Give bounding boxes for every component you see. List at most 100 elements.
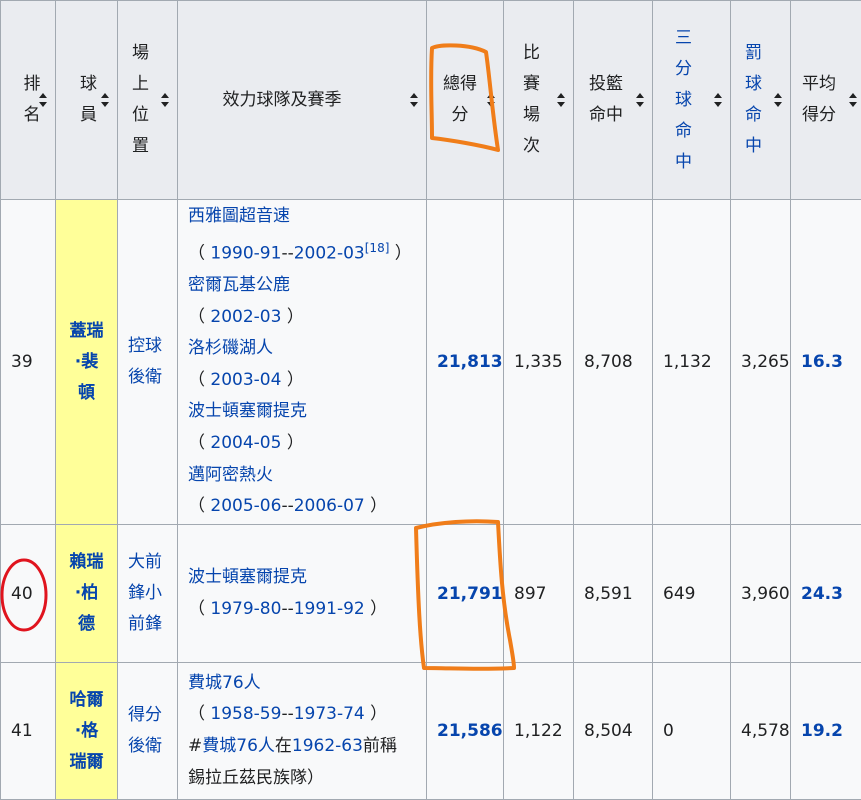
- season-link[interactable]: 2004-05: [210, 433, 281, 453]
- season-link[interactable]: 1958-59: [210, 704, 281, 724]
- fg-cell: 8,504: [573, 662, 653, 800]
- note-text: 在: [274, 736, 292, 756]
- team-link[interactable]: 西雅圖超音速: [188, 201, 426, 233]
- col-fg[interactable]: 投籃命中: [573, 0, 653, 200]
- season-range: （ 2004-05 ）: [188, 433, 304, 454]
- col-teams-label: 效力球隊及賽季: [222, 89, 342, 110]
- team-link[interactable]: 波士頓塞爾提克: [188, 396, 426, 428]
- sort-icon[interactable]: [39, 93, 47, 107]
- sort-icon[interactable]: [636, 93, 644, 107]
- three-cell: 0: [652, 662, 731, 800]
- sort-icon[interactable]: [774, 93, 782, 107]
- season-link[interactable]: 1962-63: [292, 736, 363, 756]
- three-cell: 649: [652, 524, 731, 663]
- col-rank[interactable]: 排名: [0, 0, 56, 200]
- player-cell: 蓋瑞·裴頓: [55, 199, 118, 525]
- position-link[interactable]: 得分後衛: [128, 700, 168, 762]
- col-three-label: 三分球命中: [675, 27, 692, 172]
- season-link[interactable]: 1979-80: [210, 599, 281, 619]
- season-sep: --: [281, 598, 294, 619]
- season-range: （ 1979-80--1991-92 ）: [188, 598, 388, 619]
- season-link[interactable]: 2002-03: [294, 243, 365, 263]
- ppg-cell: 24.3: [790, 524, 861, 663]
- rank-cell: 40: [0, 524, 56, 663]
- col-position[interactable]: 場上位置: [117, 0, 178, 200]
- season-link[interactable]: 2003-04: [210, 370, 281, 390]
- sort-icon[interactable]: [714, 93, 722, 107]
- col-ft[interactable]: 罰球命中: [730, 0, 791, 200]
- season-range: （ 1958-59--1973-74 ）: [188, 704, 388, 725]
- col-position-label: 場上位置: [132, 43, 149, 156]
- position-cell: 得分後衛: [117, 662, 178, 800]
- player-cell: 哈爾·格瑞爾: [55, 662, 118, 800]
- team-link[interactable]: 波士頓塞爾提克: [188, 562, 426, 594]
- games-cell: 1,122: [503, 662, 574, 800]
- col-player-label: 球員: [80, 74, 97, 125]
- team-link[interactable]: 費城76人: [188, 668, 426, 700]
- col-games[interactable]: 比賽場次: [503, 0, 574, 200]
- total-points-cell: 21,813: [426, 199, 504, 525]
- position-cell: 大前鋒小前鋒: [117, 524, 178, 663]
- team-link[interactable]: 洛杉磯湖人: [188, 333, 426, 365]
- fg-cell: 8,708: [573, 199, 653, 525]
- season-range: （ 1990-91--2002-03[18] ）: [188, 240, 412, 264]
- col-ft-label: 罰球命中: [745, 43, 762, 156]
- ref-link[interactable]: [18]: [365, 241, 390, 255]
- table-row: 41 哈爾·格瑞爾 得分後衛 費城76人 （ 1958-59--1973-74 …: [0, 662, 861, 800]
- ft-cell: 3,265: [730, 199, 791, 525]
- team-link[interactable]: 邁阿密熱火: [188, 460, 426, 492]
- sort-icon[interactable]: [410, 93, 418, 107]
- col-three[interactable]: 三分球命中: [652, 0, 731, 200]
- three-cell: 1,132: [652, 199, 731, 525]
- ppg-cell: 16.3: [790, 199, 861, 525]
- season-sep: --: [281, 243, 294, 264]
- ft-cell: 3,960: [730, 524, 791, 663]
- player-link[interactable]: 哈爾·格瑞爾: [69, 685, 105, 778]
- season-link[interactable]: 1990-91: [210, 243, 281, 263]
- games-cell: 897: [503, 524, 574, 663]
- sort-icon[interactable]: [161, 93, 169, 107]
- sort-icon[interactable]: [557, 93, 565, 107]
- player-link[interactable]: 賴瑞·柏德: [69, 547, 105, 640]
- col-games-label: 比賽場次: [523, 43, 540, 156]
- sort-icon[interactable]: [487, 93, 495, 107]
- player-cell: 賴瑞·柏德: [55, 524, 118, 663]
- season-link[interactable]: 1991-92: [294, 599, 365, 619]
- season-link[interactable]: 2002-03: [210, 307, 281, 327]
- note-hash: #: [188, 736, 203, 756]
- total-points-cell: 21,791: [426, 524, 504, 663]
- col-teams[interactable]: 效力球隊及賽季: [177, 0, 427, 200]
- season-range: （ 2002-03 ）: [188, 306, 304, 327]
- ft-cell: 4,578: [730, 662, 791, 800]
- note-line: 錫拉丘茲民族隊）: [188, 767, 324, 788]
- col-total-points[interactable]: 總得分: [426, 0, 504, 200]
- team-link[interactable]: 費城76人: [202, 736, 275, 756]
- season-link[interactable]: 2006-07: [294, 496, 365, 516]
- total-points-cell: 21,586: [426, 662, 504, 800]
- season-sep: --: [281, 496, 294, 517]
- season-link[interactable]: 1973-74: [294, 704, 365, 724]
- sort-icon[interactable]: [101, 93, 109, 107]
- rank-cell: 41: [0, 662, 56, 800]
- col-player[interactable]: 球員: [55, 0, 118, 200]
- ppg-cell: 19.2: [790, 662, 861, 800]
- position-link[interactable]: 大前鋒小前鋒: [128, 547, 168, 640]
- team-link[interactable]: 密爾瓦基公鹿: [188, 270, 426, 302]
- col-fg-label: 投籃命中: [589, 74, 623, 125]
- table-row: 40 賴瑞·柏德 大前鋒小前鋒 波士頓塞爾提克 （ 1979-80--1991-…: [0, 524, 861, 663]
- fg-cell: 8,591: [573, 524, 653, 663]
- teams-cell: 西雅圖超音速 （ 1990-91--2002-03[18] ） 密爾瓦基公鹿 （…: [177, 199, 427, 525]
- note-text: 前稱: [362, 736, 397, 756]
- position-link[interactable]: 控球後衛: [128, 331, 168, 393]
- games-cell: 1,335: [503, 199, 574, 525]
- col-ppg[interactable]: 平均得分: [790, 0, 861, 200]
- col-ppg-label: 平均得分: [802, 74, 836, 125]
- season-range: （ 2005-06--2006-07 ）: [188, 496, 388, 517]
- header-row: 排名 球員 場上位置 效力球隊及賽季 總得分 比賽場次 投籃命中 三分球命中 罰…: [0, 0, 861, 200]
- teams-cell: 波士頓塞爾提克 （ 1979-80--1991-92 ）: [177, 524, 427, 663]
- teams-cell: 費城76人 （ 1958-59--1973-74 ） #費城76人在1962-6…: [177, 662, 427, 800]
- season-link[interactable]: 2005-06: [210, 496, 281, 516]
- sort-icon[interactable]: [849, 93, 857, 107]
- player-link[interactable]: 蓋瑞·裴頓: [69, 316, 105, 409]
- table-row: 39 蓋瑞·裴頓 控球後衛 西雅圖超音速 （ 1990-91--2002-03[…: [0, 199, 861, 525]
